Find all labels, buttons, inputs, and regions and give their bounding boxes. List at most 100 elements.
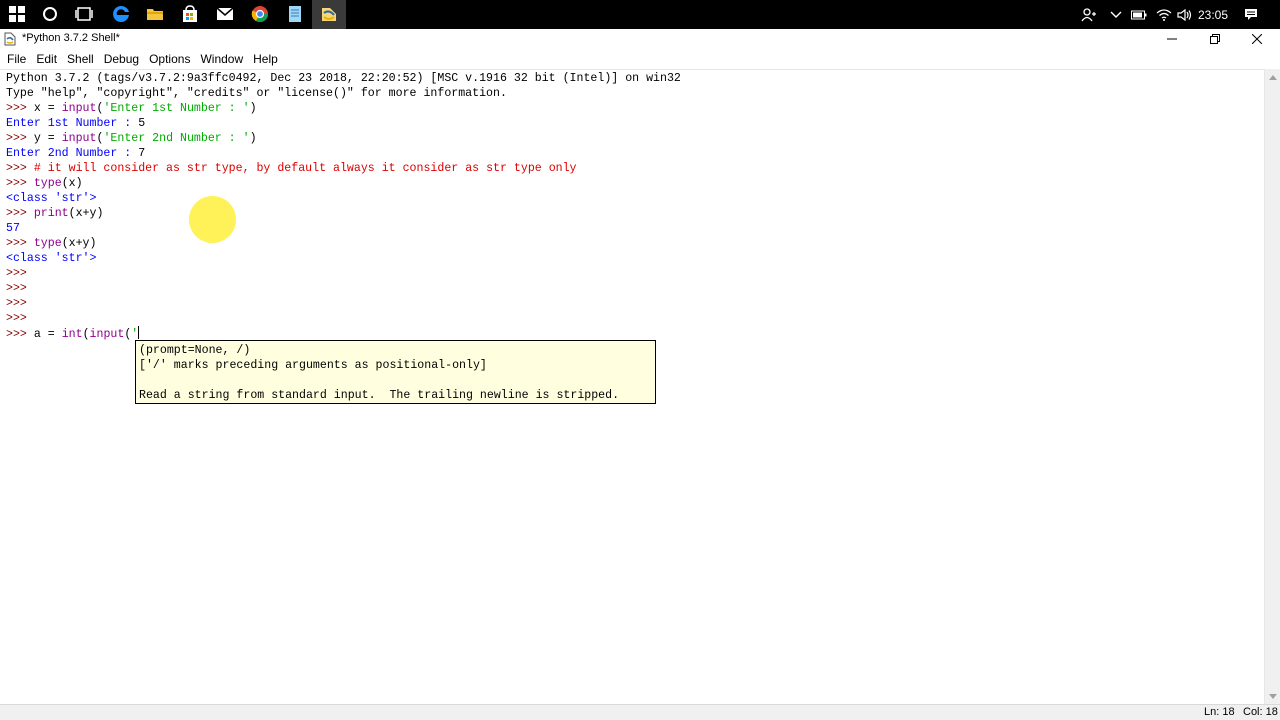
shell-line: >>> [6, 266, 681, 281]
close-button[interactable] [1234, 29, 1280, 49]
window-title: *Python 3.7.2 Shell* [22, 32, 120, 44]
shell-token-stdout: <class 'str'> [6, 192, 97, 205]
shell-line: >>> a = int(input(' [6, 326, 681, 341]
mouse-cursor-highlight [189, 196, 236, 243]
task-view-icon[interactable] [72, 3, 96, 25]
shell-line: <class 'str'> [6, 251, 681, 266]
shell-token-stdout: Enter 2nd Number : [6, 147, 139, 160]
shell-line: Type "help", "copyright", "credits" or "… [6, 86, 681, 101]
chevron-up-icon[interactable] [1108, 0, 1124, 29]
battery-icon[interactable] [1130, 0, 1148, 29]
menu-debug[interactable]: Debug [99, 49, 144, 69]
chrome-icon[interactable] [248, 3, 272, 25]
text-cursor [138, 326, 140, 339]
shell-line: 57 [6, 221, 681, 236]
shell-token-builtin: input [61, 102, 97, 115]
shell-line: >>> [6, 296, 681, 311]
shell-token-code: a = [33, 328, 62, 341]
calltip-doc: Read a string from standard input. The t… [139, 389, 620, 402]
clock[interactable]: 23:05 [1196, 0, 1230, 29]
shell-token-string: 'Enter 2nd Number : ' [103, 132, 250, 145]
window-title-bar[interactable]: *Python 3.7.2 Shell* [0, 29, 1280, 49]
volume-icon[interactable] [1176, 0, 1194, 29]
shell-line: >>> x = input('Enter 1st Number : ') [6, 101, 681, 116]
people-icon[interactable] [1080, 0, 1098, 29]
file-explorer-icon[interactable] [143, 3, 167, 25]
shell-token-stdout: Enter 1st Number : [6, 117, 139, 130]
windows-taskbar: 23:05 [0, 0, 1280, 29]
shell-token-code: ( [82, 328, 90, 341]
shell-token-code: ) [249, 102, 257, 115]
menu-shell[interactable]: Shell [62, 49, 99, 69]
shell-token-default: Python 3.7.2 (tags/v3.7.2:9a3ffc0492, De… [6, 72, 681, 85]
shell-line: >>> [6, 281, 681, 296]
shell-line: Python 3.7.2 (tags/v3.7.2:9a3ffc0492, De… [6, 71, 681, 86]
cortana-search-icon[interactable] [38, 3, 62, 25]
shell-token-code: (x+y) [68, 207, 104, 220]
minimize-button[interactable] [1149, 29, 1195, 49]
menu-window[interactable]: Window [195, 49, 248, 69]
action-center-icon[interactable] [1242, 0, 1260, 29]
windows-start-icon[interactable] [5, 3, 29, 25]
calltip-signature: (prompt=None, /) [139, 344, 251, 357]
shell-line: >>> y = input('Enter 2nd Number : ') [6, 131, 681, 146]
status-bar: Ln: 18 Col: 18 [0, 704, 1280, 720]
menu-edit[interactable]: Edit [31, 49, 62, 69]
shell-token-builtin: input [89, 328, 125, 341]
menu-file[interactable]: File [2, 49, 31, 69]
status-line-number: Ln: 18 [1204, 706, 1235, 718]
shell-token-builtin: type [33, 237, 62, 250]
shell-token-code: 5 [138, 117, 146, 130]
shell-token-builtin: print [33, 207, 69, 220]
status-column-number: Col: 18 [1243, 706, 1278, 718]
shell-lines: Python 3.7.2 (tags/v3.7.2:9a3ffc0492, De… [6, 71, 681, 341]
menu-help[interactable]: Help [248, 49, 283, 69]
shell-line: >>> type(x) [6, 176, 681, 191]
shell-line: Enter 2nd Number : 7 [6, 146, 681, 161]
shell-token-code: (x+y) [61, 237, 97, 250]
shell-token-prompt: >>> [6, 162, 34, 175]
store-icon[interactable] [178, 3, 202, 25]
scroll-up-arrow-icon[interactable] [1265, 69, 1280, 85]
shell-line: Enter 1st Number : 5 [6, 116, 681, 131]
shell-token-builtin: int [61, 328, 83, 341]
shell-line: >>> # it will consider as str type, by d… [6, 161, 681, 176]
shell-token-default: Type "help", "copyright", "credits" or "… [6, 87, 507, 100]
wifi-icon[interactable] [1155, 0, 1173, 29]
shell-line: >>> type(x+y) [6, 236, 681, 251]
shell-token-string: 'Enter 1st Number : ' [103, 102, 250, 115]
shell-token-stdout: 57 [6, 222, 20, 235]
shell-token-prompt: >>> [6, 177, 34, 190]
scroll-down-arrow-icon[interactable] [1265, 688, 1280, 704]
shell-token-prompt: >>> [6, 237, 34, 250]
notepad-icon[interactable] [283, 3, 307, 25]
restore-button[interactable] [1192, 29, 1238, 49]
shell-line: <class 'str'> [6, 191, 681, 206]
edge-browser-icon[interactable] [109, 3, 133, 25]
shell-token-prompt: >>> [6, 328, 34, 341]
calltip-note: ['/' marks preceding arguments as positi… [139, 359, 487, 372]
shell-token-code: 7 [138, 147, 146, 160]
shell-token-code: y = [33, 132, 62, 145]
shell-token-prompt: >>> [6, 312, 34, 325]
menu-bar: File Edit Shell Debug Options Window Hel… [0, 49, 1280, 69]
menu-options[interactable]: Options [144, 49, 195, 69]
shell-token-comment: # it will consider as str type, by defau… [33, 162, 577, 175]
shell-line: >>> [6, 311, 681, 326]
shell-token-builtin: input [61, 132, 97, 145]
calltip-tooltip: (prompt=None, /) ['/' marks preceding arg… [135, 340, 656, 404]
shell-token-stdout: <class 'str'> [6, 252, 97, 265]
shell-token-prompt: >>> [6, 282, 34, 295]
shell-token-builtin: type [33, 177, 62, 190]
shell-token-prompt: >>> [6, 132, 34, 145]
shell-token-prompt: >>> [6, 267, 34, 280]
vertical-scrollbar[interactable] [1264, 69, 1280, 704]
shell-token-prompt: >>> [6, 102, 34, 115]
mail-icon[interactable] [213, 3, 237, 25]
python-idle-icon[interactable] [317, 3, 341, 25]
shell-token-code: (x) [61, 177, 83, 190]
shell-token-code: ) [249, 132, 257, 145]
shell-token-prompt: >>> [6, 207, 34, 220]
shell-line: >>> print(x+y) [6, 206, 681, 221]
shell-token-code: x = [33, 102, 62, 115]
